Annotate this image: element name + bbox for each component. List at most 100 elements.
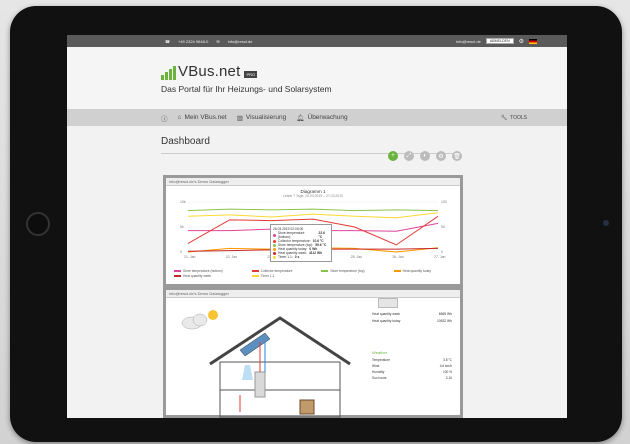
nav-item-label: Visualisierung [245, 114, 287, 121]
weather-value: 3.16 [445, 376, 452, 380]
stat-label: Heat quantity week [372, 312, 401, 316]
legend-item[interactable]: Timer 1.1 [251, 274, 314, 278]
y-tick-right: 100 [441, 200, 447, 204]
x-tick-label: 26. Jan [392, 255, 404, 259]
legend-item[interactable]: Collector temperature [251, 269, 314, 273]
add-icon[interactable]: + [388, 151, 398, 161]
tooltip-dot [273, 243, 276, 247]
tooltip-value: 22.6 °C [318, 231, 325, 239]
panel-header: info@resol.de's Demo Datalogger [166, 290, 460, 298]
cloud-sun-icon [181, 310, 218, 330]
gear-icon[interactable]: ⚙ [519, 38, 524, 45]
weather-label: Sun hours [372, 376, 387, 380]
brand-tagline: Das Portal für Ihr Heizungs- und Solarsy… [161, 84, 332, 94]
house-scheme [181, 310, 351, 418]
dashboard-toolbar: + ⤢ ◐ ⚙ 🗑︎ [388, 151, 462, 161]
storage-tank [254, 371, 266, 398]
legend-item[interactable]: Heat quantity week [174, 274, 244, 278]
stat-value: 10632 Wh [436, 319, 452, 323]
email-link[interactable]: info@resol.de [228, 39, 253, 44]
legend-item[interactable]: Store temperature (top) [321, 269, 385, 273]
main-content: Dashboard + ⤢ ◐ ⚙ 🗑︎ [67, 126, 567, 161]
weather-box: Weather Temperature 3.8 °C Wind 4.6 km/h H… [372, 350, 452, 382]
wrench-icon: 🔧︎ [500, 114, 508, 121]
chart-icon: ▥ [236, 114, 243, 122]
nav-item-visualisierung[interactable]: ▥ Visualisierung [237, 114, 287, 122]
main-nav: ⓘ ⌂ Mein VBus.net ▥ Visualisierung 🔔︎ Üb… [67, 109, 567, 126]
legend-label: Store temperature (bottom) [183, 269, 223, 273]
series-line [187, 208, 439, 212]
y-tick-left: 10k [180, 200, 186, 204]
legend-item[interactable]: Store temperature (bottom) [174, 269, 244, 273]
weather-label: Wind [372, 364, 380, 368]
top-bar: ☎ +49 2324 9648-0 ✉ info@resol.de info@r… [67, 35, 567, 47]
tooltip-dot [273, 255, 276, 259]
settings-icon[interactable]: ⚙ [436, 151, 446, 161]
chart-tooltip: 26.03.2019 02:00:00 Store temperature (b… [270, 224, 332, 262]
tooltip-dot [273, 239, 276, 243]
mail-icon: ✉ [216, 38, 220, 44]
logout-button[interactable]: ABMELDEN [485, 38, 514, 44]
y-tick-left: 5k [180, 225, 184, 229]
login-email: info@resol.de [456, 38, 481, 44]
delete-icon[interactable]: 🗑︎ [452, 151, 462, 161]
legend-swatch [251, 270, 259, 272]
fullscreen-icon[interactable]: ⤢ [404, 151, 414, 161]
brand-name: VBus.net [178, 63, 241, 80]
weather-value: 3.8 °C [443, 358, 452, 362]
german-flag-icon[interactable] [529, 38, 537, 44]
tooltip-row: Timer 1.1: 0 s [273, 255, 329, 259]
chart-legend: Store temperature (bottom) Collector temp… [166, 269, 460, 278]
nav-item-ueberwachung[interactable]: 🔔︎ Überwachung [296, 114, 347, 122]
legend-label: Heat quantity today [402, 269, 432, 273]
chart-panel: info@resol.de's Demo Datalogger Diagramm… [163, 175, 463, 287]
tools-menu[interactable]: 🔧︎ TOOLS [501, 115, 527, 121]
home-button[interactable] [26, 212, 50, 236]
stove-icon [299, 399, 315, 415]
legend-swatch [393, 270, 401, 272]
tooltip-row: Store temperature (bottom): 22.6 °C [273, 231, 329, 239]
bell-icon: 🔔︎ [296, 114, 305, 122]
weather-label: Temperature [372, 358, 390, 362]
y-tick-right: 50 [441, 225, 445, 229]
stat-label: Heat quantity today [372, 319, 401, 323]
weather-value: 4.6 km/h [439, 364, 452, 368]
legend-item[interactable]: Heat quantity today [393, 269, 452, 273]
y-tick-right: 0 [441, 250, 443, 254]
scheme-panel: info@resol.de's Demo Datalogger Heat qua… [163, 287, 463, 418]
heat-stats: Heat quantity week 6565 Wh Heat quantity … [372, 312, 452, 326]
logo[interactable]: VBus.net PRO [161, 63, 258, 80]
legend-label: Collector temperature [260, 269, 293, 273]
y-tick-left: 0 [180, 250, 182, 254]
phone-number[interactable]: +49 2324 9648-0 [178, 39, 208, 44]
contrast-icon[interactable]: ◐ [420, 151, 430, 161]
legend-label: Heat quantity week [183, 274, 212, 278]
logo-bars-icon [161, 66, 176, 80]
site-header: VBus.net PRO Das Portal für Ihr Heizungs… [67, 47, 567, 109]
screen: ☎ +49 2324 9648-0 ✉ info@resol.de info@r… [67, 35, 567, 418]
legend-swatch [174, 270, 181, 272]
phone-icon: ☎ [165, 38, 170, 44]
tooltip-dot [273, 251, 276, 255]
weather-title: Weather [372, 350, 388, 355]
tools-label: TOOLS [510, 114, 527, 121]
weather-value: 100 % [442, 370, 452, 374]
x-tick-label: 25. Jan [351, 255, 363, 259]
legend-swatch [251, 275, 259, 277]
legend-label: Timer 1.1 [260, 274, 275, 278]
info-icon[interactable]: ⓘ [161, 113, 168, 123]
nav-item-label: Mein VBus.net [184, 114, 227, 121]
weather-label: Humidity [372, 370, 385, 374]
x-tick-label: 22. Jan [226, 255, 238, 259]
x-tick-label: 21. Jan [184, 255, 196, 259]
page-title: Dashboard [161, 136, 210, 147]
controller-device [378, 298, 398, 308]
series-line [187, 212, 439, 219]
x-tick-label: 27. Jan [434, 255, 446, 259]
legend-swatch [174, 275, 181, 277]
nav-item-mein-vbus[interactable]: ⌂ Mein VBus.net [178, 114, 227, 121]
tooltip-dot [273, 247, 276, 251]
tooltip-label: Timer 1.1: [278, 255, 293, 259]
shower-icon [242, 365, 253, 380]
nav-item-label: Überwachung [307, 114, 348, 121]
